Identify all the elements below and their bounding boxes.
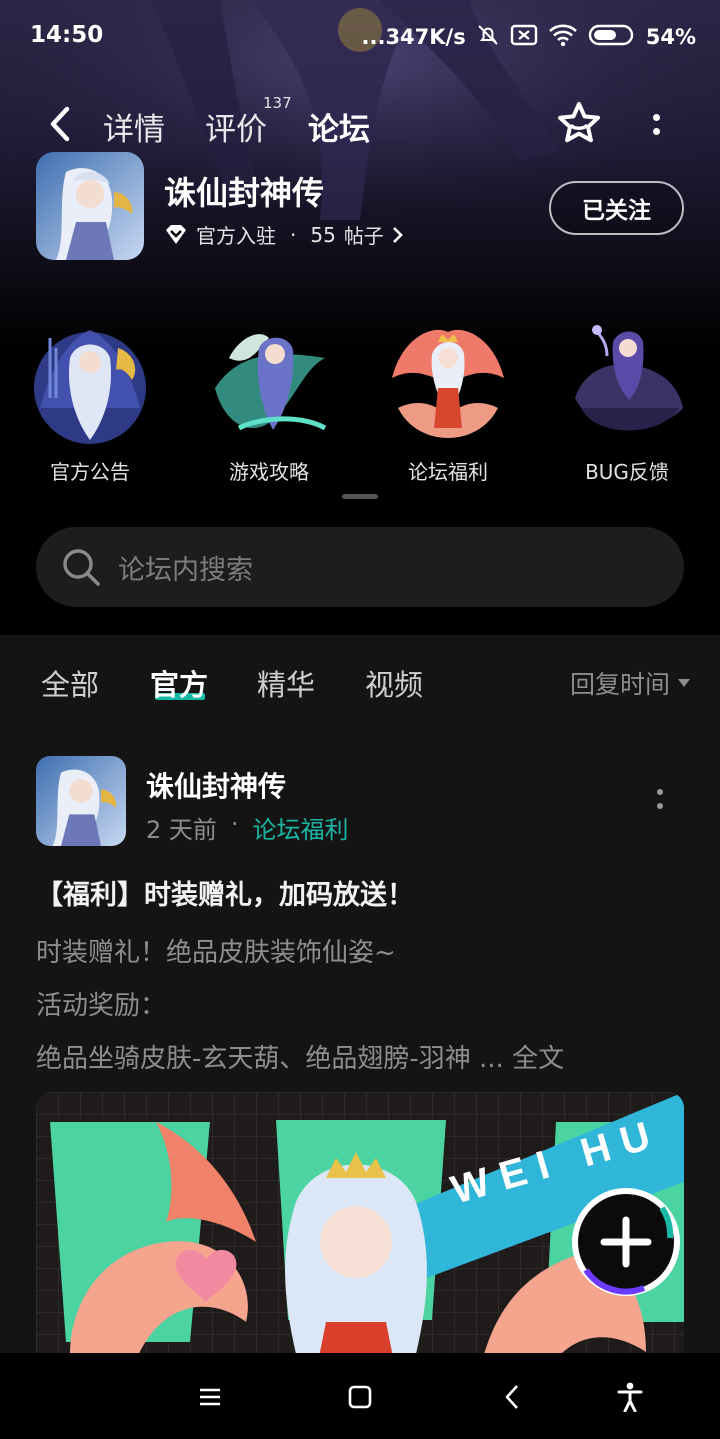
- sort-label: 回复时间: [569, 670, 670, 699]
- author-avatar[interactable]: [36, 756, 126, 846]
- search-placeholder: 论坛内搜索: [118, 554, 253, 586]
- square-home-icon: [348, 1385, 372, 1409]
- favorite-button[interactable]: [555, 100, 603, 148]
- category-benefits[interactable]: 论坛福利: [378, 310, 518, 490]
- home-button[interactable]: [338, 1375, 382, 1419]
- star-icon: [558, 102, 600, 143]
- category-label: 游戏攻略: [229, 460, 309, 484]
- excerpt-line-last: 绝品坐骑皮肤-玄天葫、绝品翅膀-羽神 ... 全文: [36, 1033, 686, 1086]
- mute-bell-icon: [476, 23, 500, 52]
- excerpt-line: 活动奖励：: [36, 991, 167, 1021]
- diamond-verified-icon: [166, 224, 186, 244]
- dot-icon: [652, 127, 660, 135]
- category-label: BUG反馈: [585, 460, 669, 484]
- official-label: 官方入驻: [196, 224, 276, 248]
- wifi-icon: [548, 23, 578, 52]
- more-options-button[interactable]: [642, 102, 670, 146]
- system-navigation-bar: [0, 1353, 720, 1439]
- announcement-character-art: [34, 330, 146, 444]
- bug-report-character-art: [575, 325, 683, 431]
- top-navigation: 详情 评价 137 论坛: [0, 92, 720, 156]
- forum-search-input[interactable]: 论坛内搜索: [36, 527, 684, 607]
- category-shortcuts: 官方公告 游戏攻略 论坛福利 BUG反馈: [0, 310, 720, 490]
- posts-count: 55: [310, 222, 336, 247]
- category-announcements[interactable]: 官方公告: [20, 310, 160, 490]
- caret-down-icon: [678, 679, 690, 687]
- recent-apps-button[interactable]: [188, 1375, 232, 1419]
- accessibility-button[interactable]: [608, 1375, 652, 1419]
- sim-off-icon: [510, 23, 538, 52]
- game-meta[interactable]: 官方入驻 · 55 帖子: [164, 220, 404, 249]
- excerpt-line: 时装赠礼！绝品皮肤装饰仙姿~: [36, 938, 396, 968]
- post-meta: 2 天前 · 论坛福利: [146, 810, 349, 845]
- tab-details[interactable]: 详情: [103, 104, 165, 149]
- game-icon[interactable]: [36, 152, 144, 260]
- benefit-character-art: [392, 329, 504, 438]
- triangle-back-icon: [505, 1385, 518, 1409]
- follow-button[interactable]: 已关注: [549, 181, 684, 235]
- system-back-button[interactable]: [490, 1375, 534, 1419]
- read-full-link[interactable]: 全文: [512, 1044, 564, 1074]
- network-speed: ...347K/s: [361, 25, 466, 49]
- post-forum-link[interactable]: 论坛福利: [253, 810, 349, 845]
- meta-separator: ·: [230, 810, 239, 838]
- accessibility-icon: [617, 1382, 643, 1412]
- menu-icon: [200, 1388, 220, 1406]
- battery-icon: [588, 23, 636, 52]
- post-author[interactable]: 诛仙封神传: [146, 765, 286, 805]
- reviews-count-badge: 137: [263, 94, 292, 112]
- battery-percent: 54%: [645, 25, 696, 49]
- posts-label: 帖子: [343, 224, 384, 248]
- meta-separator: ·: [290, 222, 297, 247]
- sort-dropdown[interactable]: 回复时间: [570, 665, 690, 701]
- back-button[interactable]: [40, 102, 80, 146]
- create-post-button[interactable]: [566, 1186, 684, 1298]
- filter-tabs: 全部 官方 精华 视频 回复时间: [0, 635, 720, 730]
- dot-icon: [652, 113, 660, 121]
- category-bug-report[interactable]: BUG反馈: [557, 310, 697, 490]
- filter-tab-official[interactable]: 官方: [150, 662, 208, 704]
- tab-forum[interactable]: 论坛: [308, 104, 370, 149]
- filter-tab-all[interactable]: 全部: [41, 662, 99, 704]
- status-time: 14:50: [30, 22, 104, 48]
- filter-tab-featured[interactable]: 精华: [257, 662, 315, 704]
- category-label: 官方公告: [50, 460, 130, 484]
- dot-icon: [657, 789, 663, 795]
- carousel-indicator: [342, 494, 378, 499]
- post-title[interactable]: 【福利】时装赠礼，加码放送！: [36, 873, 414, 912]
- chevron-right-icon: [392, 226, 403, 243]
- search-icon: [63, 549, 100, 586]
- status-bar: 14:50 ...347K/s 54%: [0, 0, 720, 72]
- category-label: 论坛福利: [408, 460, 488, 484]
- game-title: 诛仙封神传: [164, 174, 325, 212]
- post-time: 2 天前: [146, 816, 217, 844]
- guide-character-art: [215, 334, 327, 431]
- chevron-left-icon: [50, 106, 70, 142]
- post-more-button[interactable]: [652, 789, 668, 819]
- dot-icon: [657, 803, 663, 809]
- plus-icon: [572, 1188, 680, 1296]
- excerpt-line: 绝品坐骑皮肤-玄天葫、绝品翅膀-羽神 ...: [36, 1044, 504, 1074]
- tab-reviews[interactable]: 评价: [205, 104, 267, 149]
- category-guides[interactable]: 游戏攻略: [199, 310, 339, 490]
- status-icons: ...347K/s 54%: [362, 22, 696, 52]
- post-excerpt[interactable]: 时装赠礼！绝品皮肤装饰仙姿~ 活动奖励： 绝品坐骑皮肤-玄天葫、绝品翅膀-羽神 …: [36, 927, 686, 1086]
- filter-tab-video[interactable]: 视频: [365, 662, 423, 704]
